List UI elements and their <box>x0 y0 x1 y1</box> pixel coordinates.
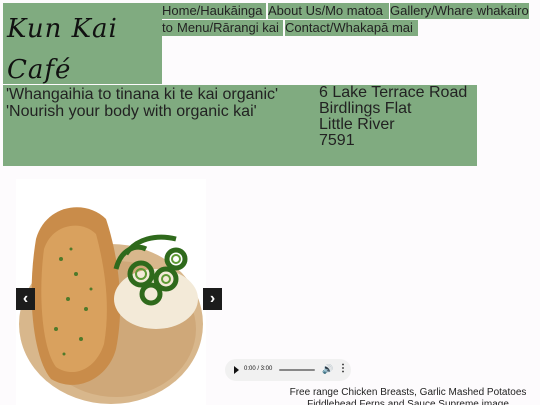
logo-block: Kun Kai Café <box>3 3 162 85</box>
slideshow <box>16 179 206 405</box>
brand-logo: Kun Kai Café <box>7 14 118 85</box>
address-line-1: 6 Lake Terrace Road <box>319 84 468 101</box>
chevron-right-icon: › <box>209 290 216 307</box>
slideshow-next-button[interactable]: › <box>203 288 222 310</box>
play-icon[interactable] <box>234 366 239 374</box>
nav-item-menu[interactable]: Menu/Rārangi kai <box>177 20 283 36</box>
slideshow-prev-button[interactable]: ‹ <box>16 288 35 310</box>
address-line-2: Birdlings Flat <box>319 100 412 117</box>
volume-icon[interactable]: 🔊 <box>322 364 333 375</box>
tagline-english: 'Nourish your body with organic kai' <box>6 103 257 120</box>
nav-item-about[interactable]: About Us/Mo matoa <box>268 3 389 19</box>
tagline-block: 'Whangaihia to tinana ki te kai organic'… <box>6 86 278 120</box>
more-options-icon[interactable]: ⋮ <box>338 363 348 375</box>
tagline-maori: 'Whangaihia to tinana ki te kai organic' <box>6 86 279 103</box>
nav-item-contact[interactable]: Contact/Whakapā mai <box>285 20 418 36</box>
audio-seek-bar[interactable] <box>279 369 315 371</box>
nav-item-gallery[interactable]: Gallery/Whare whakairo <box>390 3 529 19</box>
food-image <box>16 179 206 405</box>
chevron-left-icon: ‹ <box>22 290 29 307</box>
audio-player: 0:00 / 3:00 🔊 ⋮ <box>225 359 351 381</box>
info-band: 'Whangaihia to tinana ki te kai organic'… <box>3 85 477 166</box>
nav-item-home[interactable]: Home/Haukāinga <box>162 3 266 19</box>
address-line-4: 7591 <box>319 132 355 149</box>
nav-item-gallery-wrap[interactable]: to <box>162 20 177 36</box>
image-caption: Free range Chicken Breasts, Garlic Mashe… <box>289 387 527 405</box>
address-block: 6 Lake Terrace Road Birdlings Flat Littl… <box>319 85 467 149</box>
address-line-3: Little River <box>319 116 395 133</box>
audio-time: 0:00 / 3:00 <box>244 366 273 372</box>
